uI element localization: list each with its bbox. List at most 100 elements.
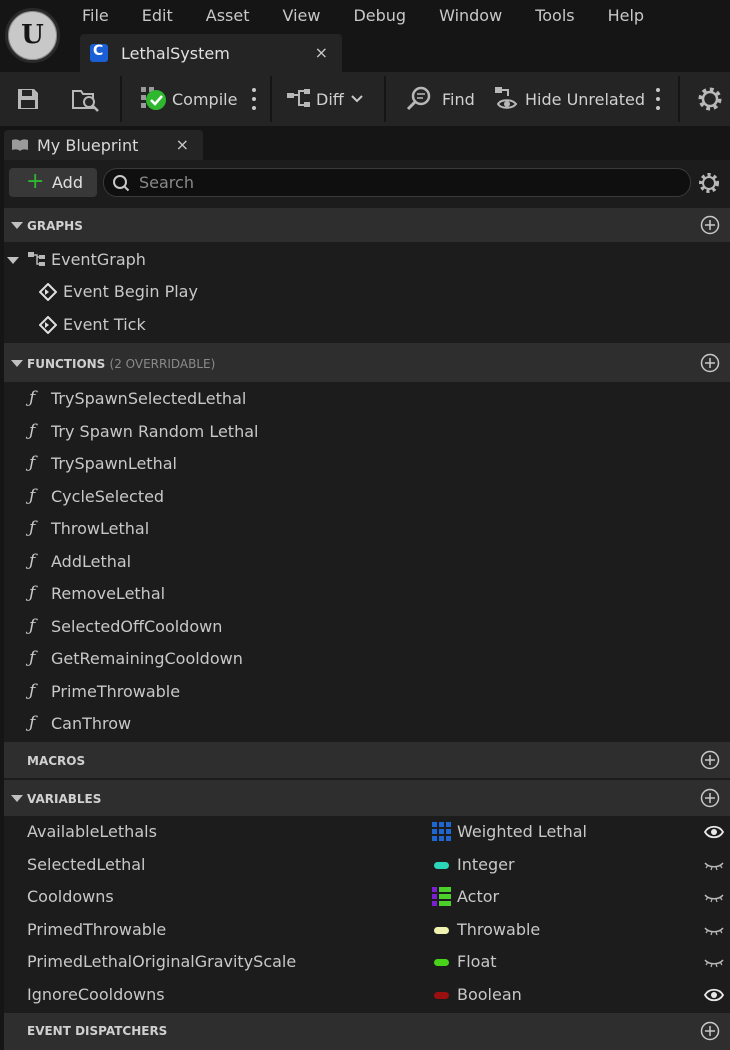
functions-section-header[interactable]: FUNCTIONS (2 OVERRIDABLE) <box>4 343 730 382</box>
function-icon: ƒ <box>29 713 36 733</box>
menu-window[interactable]: Window <box>439 0 502 32</box>
unreal-logo-icon[interactable] <box>5 8 60 63</box>
function-item[interactable]: ƒ SelectedOffCooldown <box>4 611 730 643</box>
variable-type[interactable]: Integer <box>432 849 692 881</box>
settings-gear-icon[interactable] <box>698 172 720 194</box>
pill-icon <box>434 959 449 966</box>
title-bar: File Edit Asset View Debug Window Tools … <box>0 0 730 72</box>
function-label: RemoveLethal <box>51 584 166 603</box>
function-label: CycleSelected <box>51 486 165 506</box>
event-graph-item[interactable]: EventGraph <box>4 244 730 276</box>
menu-debug[interactable]: Debug <box>353 0 406 32</box>
hide-unrelated-options-icon[interactable] <box>656 88 660 110</box>
function-item[interactable]: ƒ TrySpawnLethal <box>4 448 730 480</box>
variable-type-label: Actor <box>457 887 500 906</box>
toolbar-separator <box>384 76 386 122</box>
event-dispatchers-section-header[interactable]: EVENT DISPATCHERS <box>4 1013 730 1050</box>
function-item[interactable]: ƒ PrimeThrowable <box>4 676 730 708</box>
function-item[interactable]: ƒ AddLethal <box>4 546 730 578</box>
function-icon: ƒ <box>29 453 36 473</box>
compile-options-icon[interactable] <box>252 88 256 110</box>
menu-tools[interactable]: Tools <box>535 0 574 32</box>
hide-unrelated-button[interactable]: Hide Unrelated <box>494 72 645 126</box>
variables-title: VARIABLES <box>27 792 102 806</box>
save-button[interactable] <box>16 72 40 126</box>
function-label: CanThrow <box>51 714 132 733</box>
function-item[interactable]: ƒ Try Spawn Random Lethal <box>4 416 730 448</box>
function-icon: ƒ <box>29 583 36 603</box>
search-input[interactable]: Search <box>103 168 691 197</box>
add-button[interactable]: + Add <box>9 168 97 197</box>
eye-closed-icon[interactable] <box>704 954 724 970</box>
variable-type[interactable]: Boolean <box>432 979 692 1011</box>
browse-button[interactable] <box>72 72 100 126</box>
event-graph-label: EventGraph <box>51 250 146 269</box>
variables-section-header[interactable]: VARIABLES <box>4 780 730 816</box>
variable-item[interactable]: IgnoreCooldowns Boolean <box>4 979 730 1011</box>
function-label: Try Spawn Random Lethal <box>51 421 259 441</box>
add-macro-icon[interactable] <box>700 750 720 770</box>
variable-type[interactable]: Float <box>432 946 692 978</box>
menu-help[interactable]: Help <box>608 0 644 32</box>
collapse-arrow-icon <box>11 360 23 367</box>
compile-label: Compile <box>172 89 238 109</box>
function-item[interactable]: ƒ CycleSelected <box>4 481 730 513</box>
compile-button[interactable]: Compile <box>140 72 237 126</box>
menu-asset[interactable]: Asset <box>206 0 250 32</box>
function-icon: ƒ <box>29 680 36 701</box>
add-variable-icon[interactable] <box>700 788 720 808</box>
menu-file[interactable]: File <box>82 0 109 32</box>
eye-open-icon[interactable] <box>704 824 724 840</box>
variable-type-label: Weighted Lethal <box>457 822 587 841</box>
variable-item[interactable]: Cooldowns Actor <box>4 881 730 913</box>
event-item[interactable]: Event Tick <box>4 309 730 341</box>
function-item[interactable]: ƒ ThrowLethal <box>4 513 730 545</box>
document-tab[interactable]: LethalSystem × <box>80 34 342 72</box>
function-icon: ƒ <box>29 420 36 441</box>
event-label: Event Tick <box>63 315 146 334</box>
eye-closed-icon[interactable] <box>704 889 724 905</box>
variable-type[interactable]: Actor <box>432 881 692 913</box>
function-item[interactable]: ƒ GetRemainingCooldown <box>4 643 730 675</box>
function-label: ThrowLethal <box>51 519 150 538</box>
macros-section-header[interactable]: MACROS <box>4 742 730 778</box>
event-item[interactable]: Event Begin Play <box>4 276 730 308</box>
functions-title-text: FUNCTIONS <box>27 357 106 371</box>
variable-item[interactable]: PrimedThrowable Throwable <box>4 914 730 946</box>
function-icon: ƒ <box>29 388 36 408</box>
function-item[interactable]: ƒ TrySpawnSelectedLethal <box>4 383 730 415</box>
variable-item[interactable]: AvailableLethals Weighted Lethal <box>4 816 730 848</box>
eye-closed-icon[interactable] <box>704 857 724 873</box>
functions-title: FUNCTIONS (2 OVERRIDABLE) <box>27 357 215 371</box>
diff-button[interactable]: Diff <box>286 72 364 126</box>
pill-icon <box>434 926 449 934</box>
menu-edit[interactable]: Edit <box>142 0 173 32</box>
close-panel-icon[interactable]: × <box>176 135 189 154</box>
variable-item[interactable]: SelectedLethal Integer <box>4 849 730 881</box>
variable-type[interactable]: Throwable <box>432 914 692 946</box>
find-label: Find <box>442 89 475 109</box>
add-graph-icon[interactable] <box>700 215 720 235</box>
menu-view[interactable]: View <box>283 0 321 32</box>
add-event-dispatcher-icon[interactable] <box>700 1021 720 1041</box>
macros-title: MACROS <box>27 754 86 768</box>
eye-open-icon[interactable] <box>704 987 724 1003</box>
diff-label: Diff <box>316 89 344 109</box>
graphs-section-header[interactable]: GRAPHS <box>4 208 730 242</box>
variable-name: Cooldowns <box>27 887 114 906</box>
close-tab-icon[interactable]: × <box>315 43 328 62</box>
class-settings-button[interactable] <box>697 72 723 126</box>
variable-type[interactable]: Weighted Lethal <box>432 816 692 848</box>
variable-item[interactable]: PrimedLethalOriginalGravityScale Float <box>4 946 730 978</box>
map-icon <box>432 887 451 906</box>
my-blueprint-tab[interactable]: My Blueprint × <box>4 130 203 160</box>
collapse-arrow-icon <box>11 795 23 802</box>
eye-closed-icon[interactable] <box>704 922 724 938</box>
function-icon: ƒ <box>29 518 36 538</box>
find-button[interactable]: Find <box>406 72 475 126</box>
toolbar-separator <box>120 76 122 122</box>
hide-unrelated-icon <box>495 87 518 109</box>
function-item[interactable]: ƒ CanThrow <box>4 708 730 740</box>
add-function-icon[interactable] <box>700 353 720 373</box>
function-item[interactable]: ƒ RemoveLethal <box>4 578 730 610</box>
